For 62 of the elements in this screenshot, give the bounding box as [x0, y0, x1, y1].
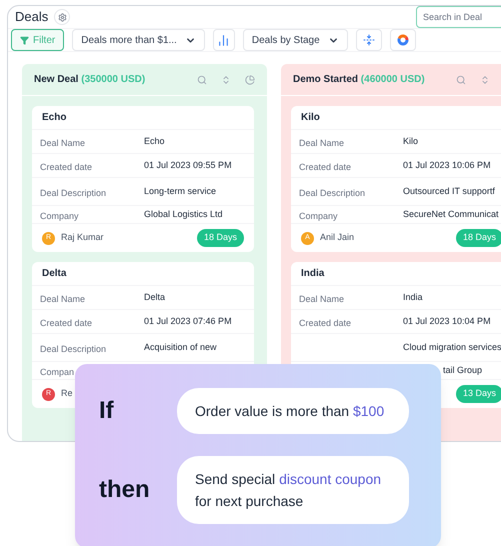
dropdown[interactable]: Deals more than $1... — [72, 29, 205, 51]
field-value: Acquisition of new — [144, 340, 217, 354]
search-field[interactable]: Search in Deal — [416, 6, 501, 28]
owner-name: Raj Kumar — [61, 231, 104, 244]
field-value: Long-term service — [144, 184, 216, 198]
field-label: Deal Name — [40, 294, 86, 304]
field-label: Company — [40, 210, 79, 220]
rule-text: Order value is more than $100 — [177, 388, 409, 434]
deal-title: Echo — [32, 106, 254, 130]
pie-chart-icon[interactable] — [245, 74, 255, 84]
settings-button[interactable] — [54, 9, 70, 25]
field-label: Compan — [40, 366, 74, 376]
rule-text: Send special discount coupon for next purchase — [177, 456, 409, 524]
owner-name: Re — [61, 387, 73, 400]
field-value: SecureNet Communicat — [403, 208, 499, 221]
rule-keyword: then — [99, 475, 151, 505]
deal-title: Kilo — [291, 106, 501, 130]
field-value: 01 Jul 2023 09:55 PM — [144, 158, 232, 172]
dropdown[interactable]: Deals by Stage — [242, 29, 348, 51]
field-value: Delta — [144, 290, 166, 304]
sort-icon[interactable] — [480, 74, 490, 84]
field-value: Cloud migration services — [403, 340, 501, 354]
field-value: Global Logistics Ltd — [144, 208, 223, 221]
field-label: Created date — [40, 318, 92, 328]
bar-chart-icon — [217, 34, 230, 46]
field-value: 01 Jul 2023 10:06 PM — [403, 158, 491, 172]
field-value: Echo — [144, 134, 165, 148]
compress-icon — [362, 34, 375, 46]
donut-icon — [396, 34, 409, 46]
days-badge: 18 Days — [196, 229, 244, 247]
field-label: Deal Name — [299, 138, 344, 148]
column-title: Demo Started (460000 USD) — [293, 73, 425, 87]
field-label: Deal Name — [40, 138, 86, 148]
search-icon[interactable] — [456, 74, 466, 84]
days-badge: 13 Days — [456, 385, 501, 403]
field-label: Created date — [299, 162, 352, 172]
field-label: Deal Name — [299, 294, 344, 304]
deal-title: Delta — [32, 262, 254, 286]
field-value: 01 Jul 2023 07:46 PM — [144, 314, 232, 328]
field-value: Outsourced IT supportf — [403, 184, 495, 198]
field-label: Deal Description — [299, 188, 366, 198]
search-icon[interactable] — [197, 74, 207, 84]
field-label: Created date — [40, 162, 92, 172]
compress-button[interactable] — [356, 29, 382, 51]
field-value: tail Group — [443, 364, 482, 377]
settings-icon — [58, 12, 67, 22]
pie-chart-button[interactable] — [390, 29, 416, 51]
deal-title: India — [291, 262, 501, 286]
field-label: Deal Description — [40, 188, 106, 198]
field-value: Kilo — [403, 134, 418, 148]
chart-button[interactable] — [212, 29, 235, 51]
field-label: Created date — [299, 318, 352, 328]
field-label: Company — [299, 210, 338, 220]
page-title: Deals — [15, 8, 48, 26]
owner-name: Anil Jain — [320, 231, 354, 244]
field-value: 01 Jul 2023 10:04 PM — [403, 314, 491, 328]
days-badge: 18 Days — [456, 229, 501, 247]
filter-icon — [20, 36, 29, 44]
field-value: India — [403, 290, 423, 304]
field-label: Deal Description — [40, 344, 106, 354]
sort-icon[interactable] — [221, 74, 231, 84]
column-title: New Deal (350000 USD) — [34, 73, 146, 87]
